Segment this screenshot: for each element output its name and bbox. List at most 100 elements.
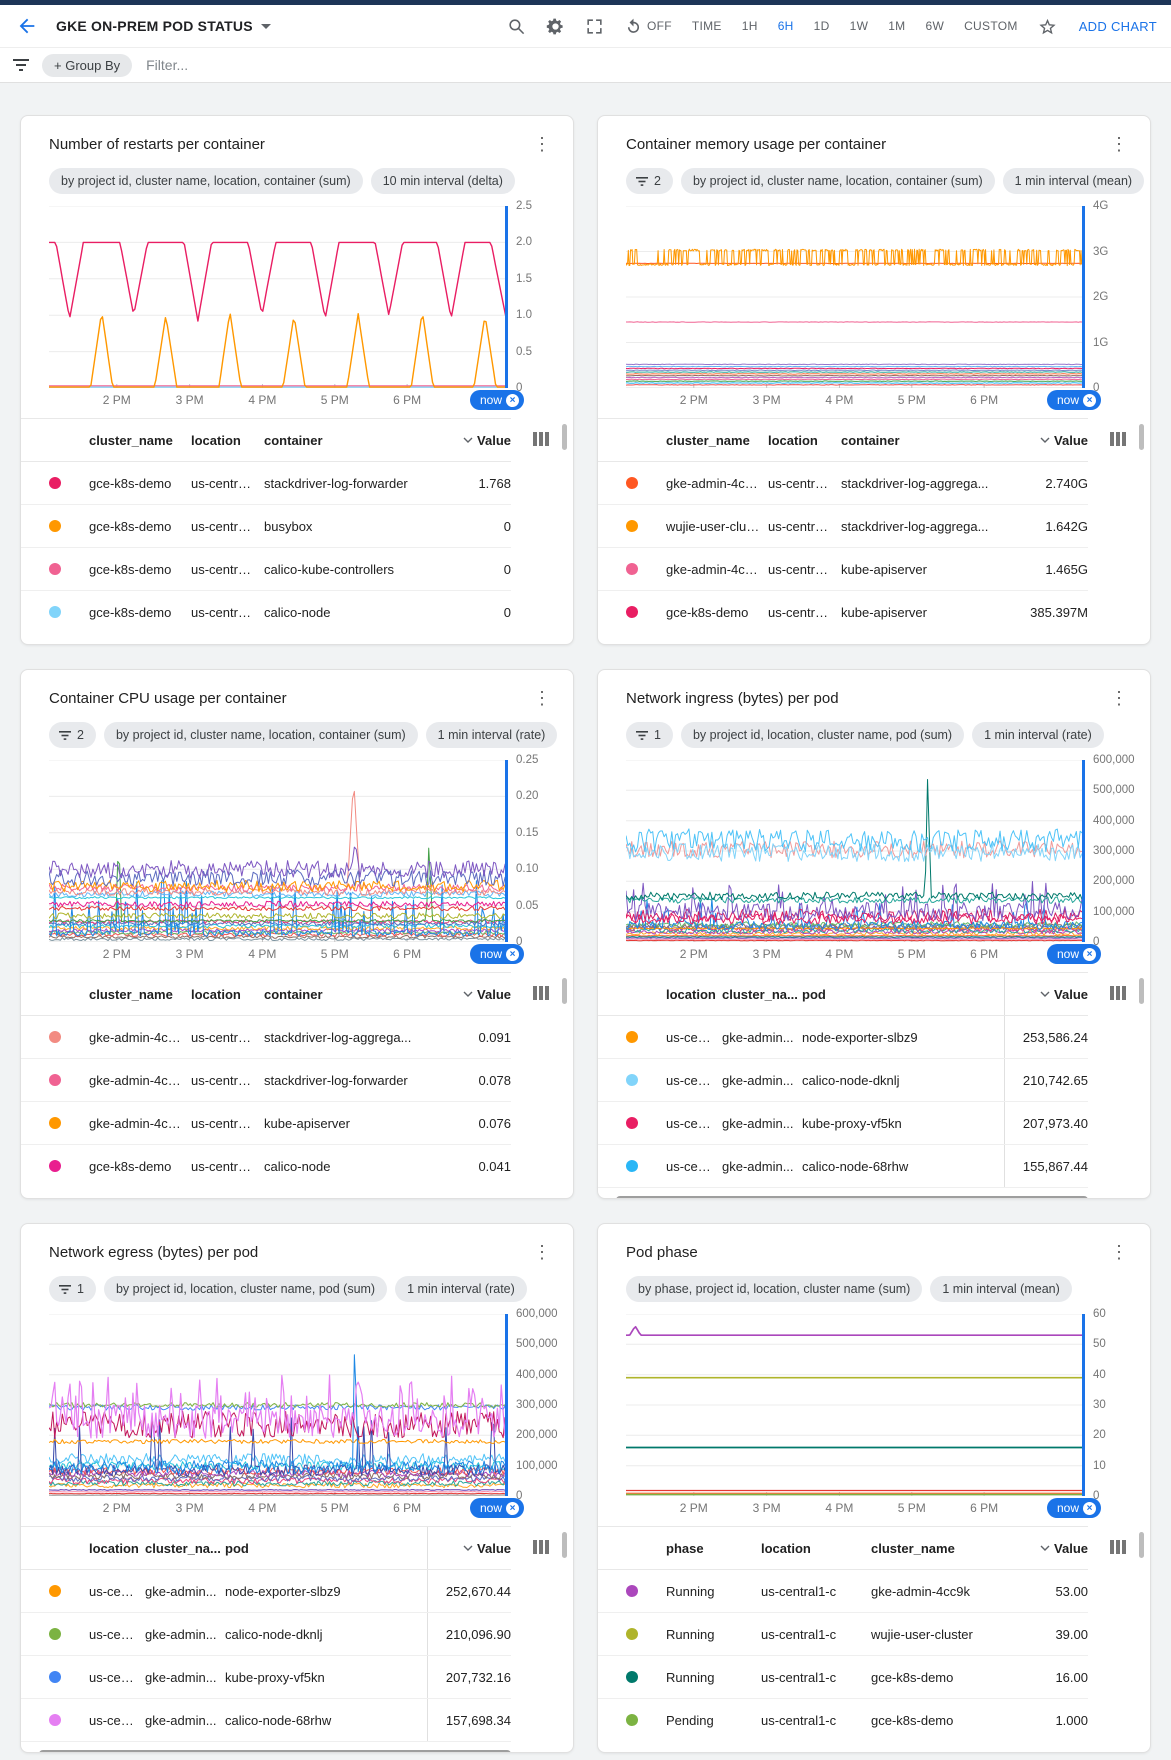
- interval-chip[interactable]: 1 min interval (mean): [1003, 168, 1144, 194]
- vertical-scrollbar[interactable]: [1139, 424, 1144, 450]
- table-row[interactable]: gke-admin-4cc... us-central1-c kube-apis…: [21, 1102, 511, 1145]
- now-chip[interactable]: now ×: [1047, 390, 1101, 410]
- now-chip[interactable]: now ×: [470, 944, 524, 964]
- fullscreen-icon[interactable]: [585, 17, 604, 36]
- value-column-header[interactable]: Value: [1004, 419, 1088, 461]
- filter-chip[interactable]: 1: [626, 722, 673, 748]
- value-column-header[interactable]: Value: [1004, 1527, 1088, 1569]
- column-settings-icon[interactable]: [1110, 1540, 1126, 1554]
- table-row[interactable]: us-cen... gke-admin... calico-node-dknlj…: [21, 1613, 511, 1656]
- column-header[interactable]: container: [264, 433, 427, 448]
- star-icon[interactable]: [1038, 17, 1057, 36]
- table-row[interactable]: us-cen... gke-admin... node-exporter-slb…: [598, 1016, 1088, 1059]
- table-row[interactable]: gke-admin-4cc... us-central1-c stackdriv…: [21, 1059, 511, 1102]
- table-row[interactable]: gce-k8s-demo us-central1-c calico-kube-c…: [21, 548, 511, 591]
- filter-chip[interactable]: 2: [49, 722, 96, 748]
- table-row[interactable]: Running us-central1-c gce-k8s-demo 16.00: [598, 1656, 1088, 1699]
- more-options-icon[interactable]: ⋮: [1106, 136, 1132, 152]
- search-icon[interactable]: [507, 17, 526, 36]
- table-row[interactable]: gce-k8s-demo us-central1-c calico-node 0: [21, 591, 511, 633]
- auto-refresh-toggle[interactable]: OFF: [624, 17, 672, 36]
- interval-chip[interactable]: 1 min interval (rate): [395, 1276, 527, 1302]
- column-header[interactable]: location: [768, 433, 841, 448]
- column-header[interactable]: phase: [666, 1541, 761, 1556]
- now-chip[interactable]: now ×: [1047, 1498, 1101, 1518]
- filter-input[interactable]: [144, 56, 1159, 74]
- table-row[interactable]: us-cen... gke-admin... calico-node-68rhw…: [598, 1145, 1088, 1188]
- horizontal-scrollbar[interactable]: [39, 1750, 511, 1753]
- table-row[interactable]: gce-k8s-demo us-central1-c kube-apiserve…: [598, 591, 1088, 633]
- time-button-1w[interactable]: 1W: [850, 19, 869, 33]
- column-header[interactable]: cluster_name: [89, 987, 191, 1002]
- column-settings-icon[interactable]: [533, 986, 549, 1000]
- more-options-icon[interactable]: ⋮: [529, 1244, 555, 1260]
- value-column-header[interactable]: Value: [427, 419, 511, 461]
- column-settings-icon[interactable]: [533, 432, 549, 446]
- table-row[interactable]: wujie-user-clus... us-central1-c stackdr…: [598, 505, 1088, 548]
- vertical-scrollbar[interactable]: [1139, 978, 1144, 1004]
- more-options-icon[interactable]: ⋮: [529, 136, 555, 152]
- column-header[interactable]: location: [666, 987, 722, 1002]
- vertical-scrollbar[interactable]: [562, 1532, 567, 1558]
- table-row[interactable]: gce-k8s-demo us-central1-c stackdriver-l…: [21, 462, 511, 505]
- dismiss-now-icon[interactable]: ×: [1083, 948, 1096, 961]
- column-settings-icon[interactable]: [1110, 432, 1126, 446]
- interval-chip[interactable]: 10 min interval (delta): [371, 168, 515, 194]
- column-header[interactable]: container: [841, 433, 1004, 448]
- column-header[interactable]: location: [191, 433, 264, 448]
- table-row[interactable]: gke-admin-4cc... us-central1-c stackdriv…: [598, 462, 1088, 505]
- table-row[interactable]: Running us-central1-c gke-admin-4cc9k 53…: [598, 1570, 1088, 1613]
- time-button-1d[interactable]: 1D: [814, 19, 830, 33]
- back-arrow-icon[interactable]: [16, 15, 38, 37]
- filter-chip[interactable]: 2: [626, 168, 673, 194]
- more-options-icon[interactable]: ⋮: [1106, 690, 1132, 706]
- filter-chip[interactable]: 1: [49, 1276, 96, 1302]
- column-header[interactable]: cluster_na...: [722, 987, 802, 1002]
- gear-icon[interactable]: [546, 17, 565, 36]
- group-by-chip[interactable]: by project id, location, cluster name, p…: [104, 1276, 387, 1302]
- more-options-icon[interactable]: ⋮: [529, 690, 555, 706]
- column-header[interactable]: location: [761, 1541, 871, 1556]
- interval-chip[interactable]: 1 min interval (rate): [972, 722, 1104, 748]
- column-header[interactable]: location: [191, 987, 264, 1002]
- value-column-header[interactable]: Value: [427, 1527, 511, 1569]
- group-by-chip[interactable]: by project id, location, cluster name, p…: [681, 722, 964, 748]
- table-row[interactable]: us-cen... gke-admin... node-exporter-slb…: [21, 1570, 511, 1613]
- table-row[interactable]: Running us-central1-c wujie-user-cluster…: [598, 1613, 1088, 1656]
- add-chart-button[interactable]: ADD CHART: [1079, 19, 1157, 34]
- table-row[interactable]: Pending us-central1-c gce-k8s-demo 1.000: [598, 1699, 1088, 1741]
- time-button-6h-active[interactable]: 6H: [778, 19, 794, 33]
- column-settings-icon[interactable]: [533, 1540, 549, 1554]
- table-row[interactable]: us-cen... gke-admin... calico-node-dknlj…: [598, 1059, 1088, 1102]
- group-by-chip[interactable]: by project id, cluster name, location, c…: [49, 168, 363, 194]
- dismiss-now-icon[interactable]: ×: [506, 1502, 519, 1515]
- table-row[interactable]: us-cen... gke-admin... calico-node-68rhw…: [21, 1699, 511, 1742]
- time-button-1h[interactable]: 1H: [742, 19, 758, 33]
- group-by-chip[interactable]: by project id, cluster name, location, c…: [681, 168, 995, 194]
- table-row[interactable]: gke-admin-4cc... us-central1-c stackdriv…: [21, 1016, 511, 1059]
- column-header[interactable]: cluster_na...: [145, 1541, 225, 1556]
- value-column-header[interactable]: Value: [1004, 973, 1088, 1015]
- table-row[interactable]: us-cen... gke-admin... kube-proxy-vf5kn …: [598, 1102, 1088, 1145]
- vertical-scrollbar[interactable]: [562, 424, 567, 450]
- group-by-chip[interactable]: by project id, cluster name, location, c…: [104, 722, 418, 748]
- column-header[interactable]: pod: [225, 1541, 427, 1556]
- table-row[interactable]: us-cen... gke-admin... kube-proxy-vf5kn …: [21, 1656, 511, 1699]
- dismiss-now-icon[interactable]: ×: [1083, 1502, 1096, 1515]
- time-button-time[interactable]: TIME: [692, 19, 722, 33]
- vertical-scrollbar[interactable]: [562, 978, 567, 1004]
- now-chip[interactable]: now ×: [1047, 944, 1101, 964]
- time-button-custom[interactable]: CUSTOM: [964, 19, 1018, 33]
- column-settings-icon[interactable]: [1110, 986, 1126, 1000]
- time-button-1m[interactable]: 1M: [888, 19, 905, 33]
- dismiss-now-icon[interactable]: ×: [506, 394, 519, 407]
- table-row[interactable]: gke-admin-4cc... us-central1-c kube-apis…: [598, 548, 1088, 591]
- interval-chip[interactable]: 1 min interval (mean): [930, 1276, 1071, 1302]
- column-header[interactable]: location: [89, 1541, 145, 1556]
- now-chip[interactable]: now ×: [470, 390, 524, 410]
- table-row[interactable]: gce-k8s-demo us-central1-c calico-node 0…: [21, 1145, 511, 1187]
- column-header[interactable]: pod: [802, 987, 1004, 1002]
- column-header[interactable]: cluster_name: [666, 433, 768, 448]
- column-header[interactable]: cluster_name: [871, 1541, 1004, 1556]
- dismiss-now-icon[interactable]: ×: [1083, 394, 1096, 407]
